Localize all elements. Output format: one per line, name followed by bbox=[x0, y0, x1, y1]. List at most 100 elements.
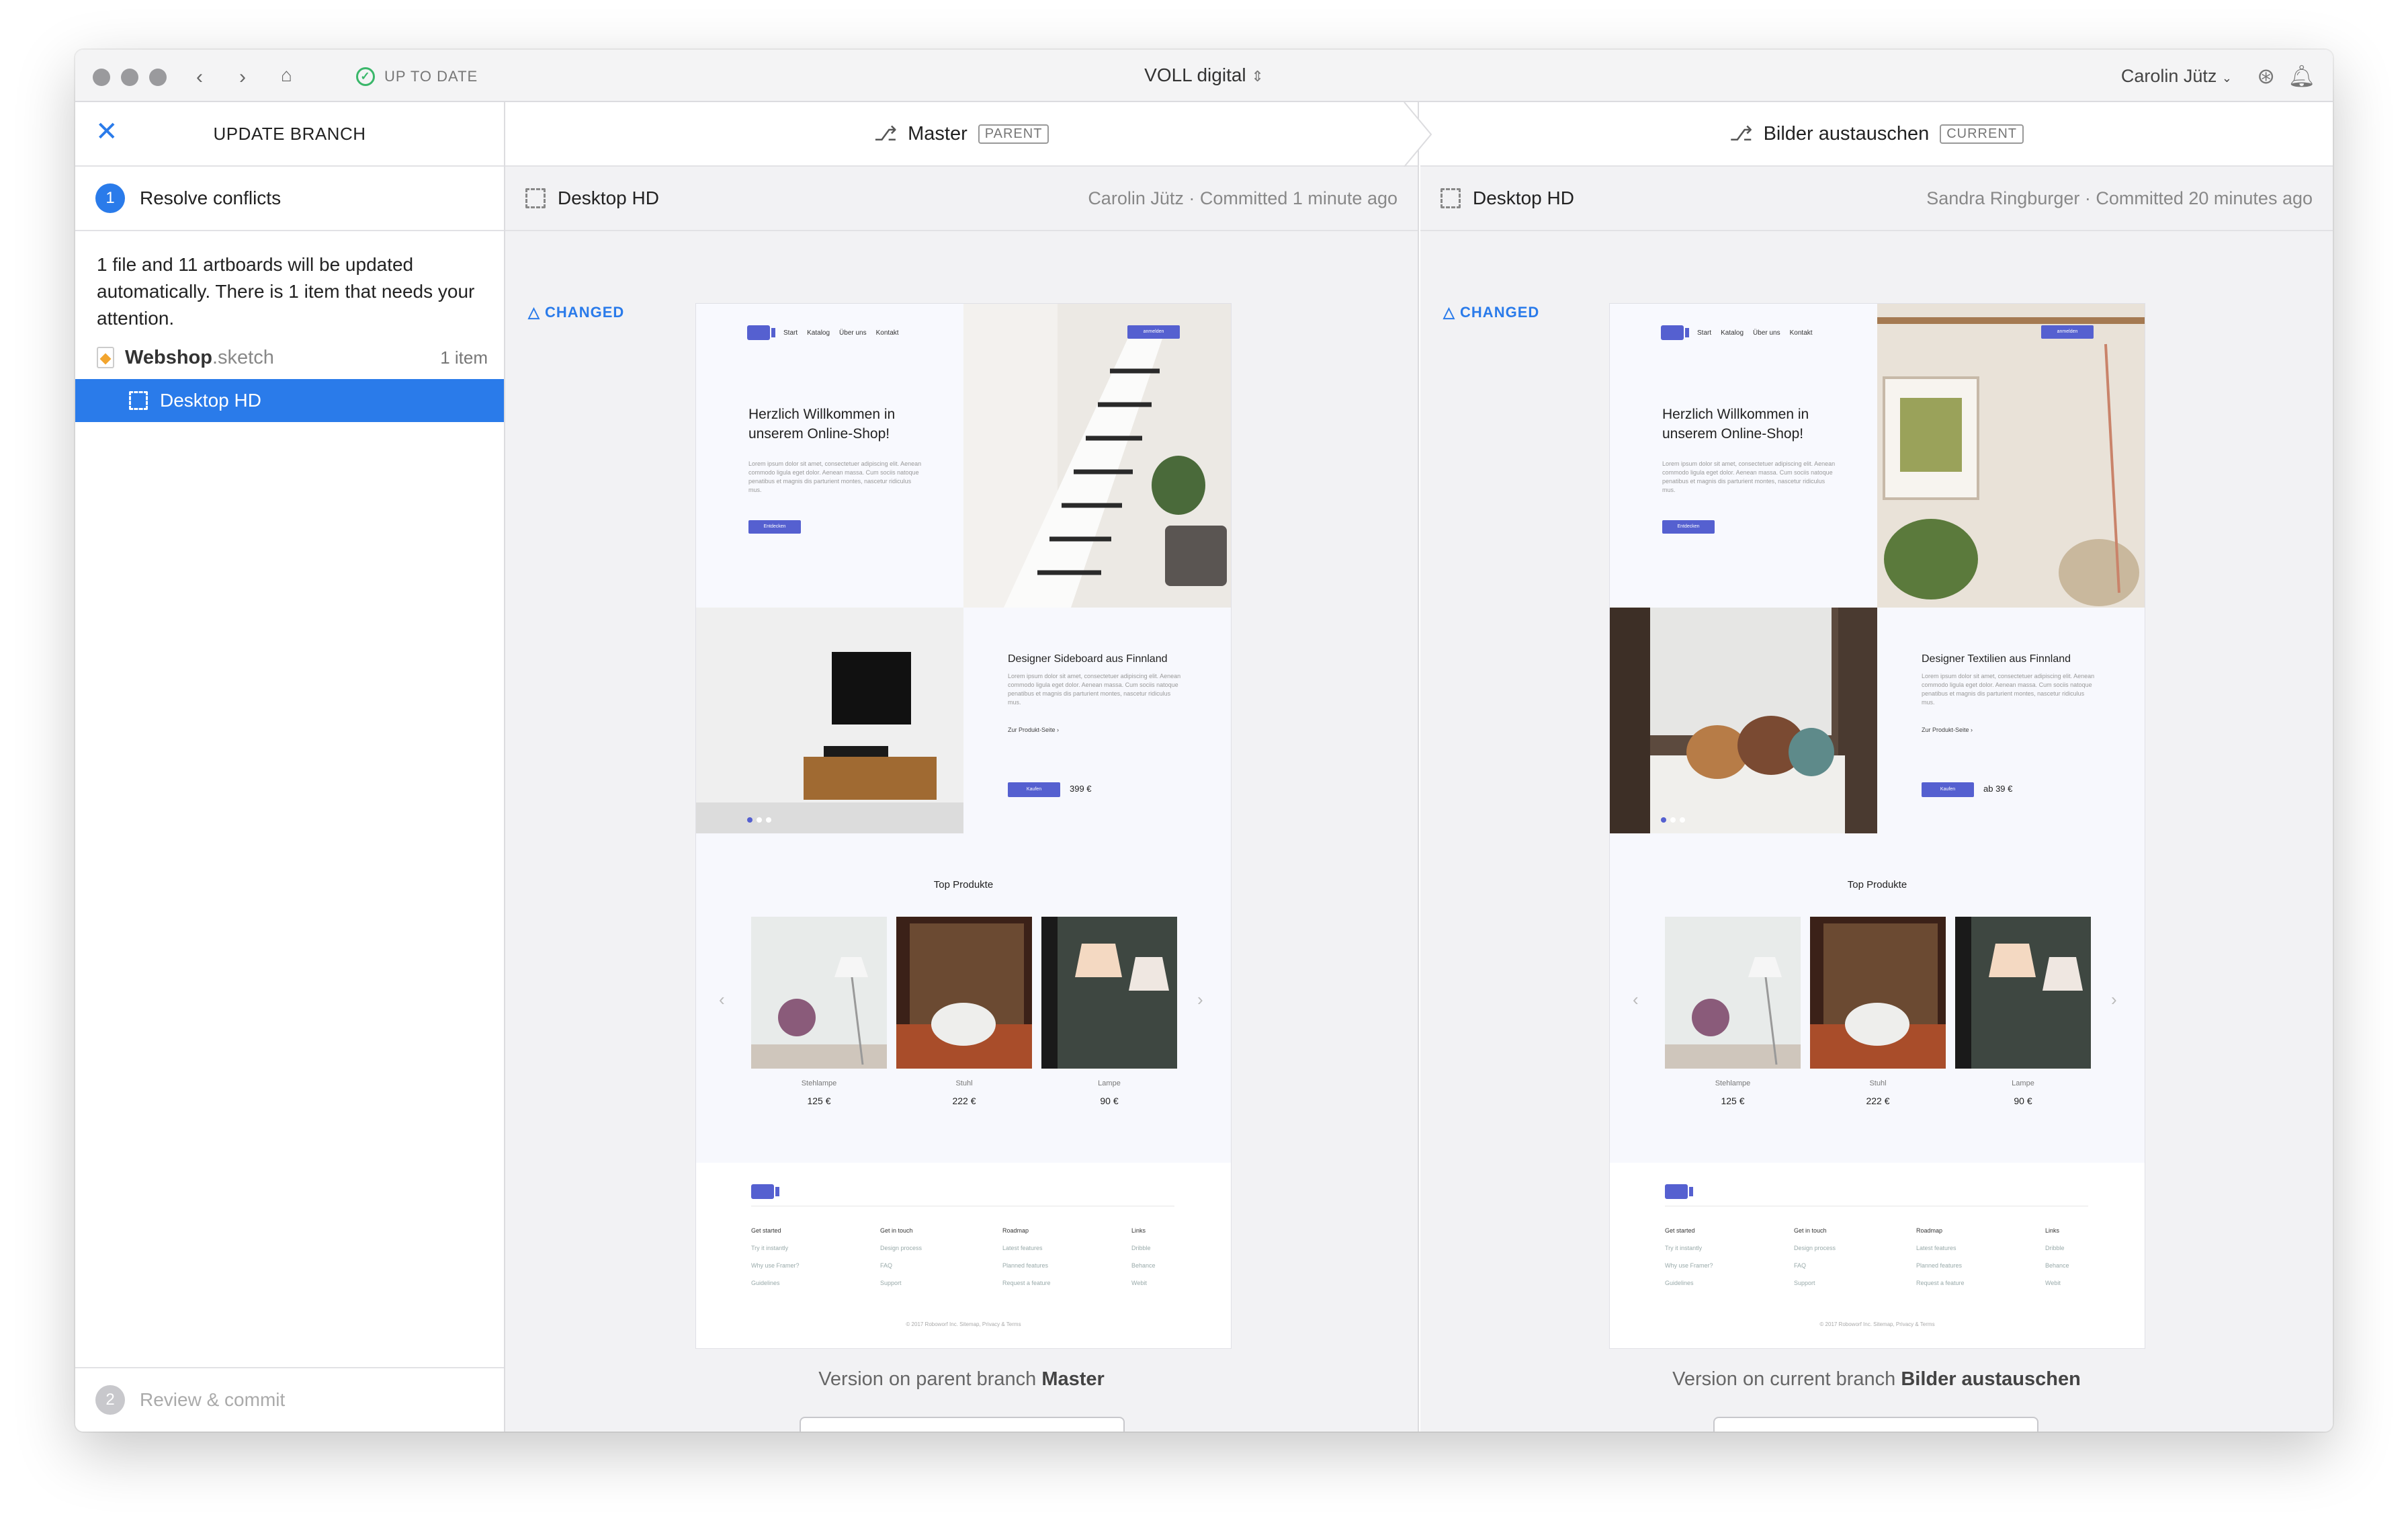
product-image bbox=[751, 917, 887, 1069]
product-price: 90 € bbox=[2014, 1095, 2032, 1106]
sidebar-title: UPDATE BRANCH bbox=[213, 124, 366, 144]
product-image bbox=[1955, 917, 2091, 1069]
current-version-pane: ⎇ Bilder austauschen CURRENT Desktop HD … bbox=[1420, 102, 2333, 1432]
commit-meta: Sandra Ringburger · Committed 20 minutes… bbox=[1926, 188, 2313, 208]
chevron-divider bbox=[1404, 102, 1432, 167]
preview-nav: Start Katalog Über uns Kontakt bbox=[1661, 325, 1813, 340]
artboard-preview: Start Katalog Über uns Kontakt Herzlich Wil… bbox=[1610, 304, 2145, 1348]
product-price: 90 € bbox=[1100, 1095, 1119, 1106]
file-item[interactable]: Webshop.sketch 1 item bbox=[75, 332, 504, 372]
branch-header: ⎇ Bilder austauschen CURRENT bbox=[1420, 102, 2333, 167]
carousel-prev-icon: ‹ bbox=[1633, 989, 1639, 1009]
buy-button: Kaufen bbox=[1008, 782, 1060, 797]
price: ab 39 € bbox=[1983, 784, 2013, 794]
product-name: Lampe bbox=[1098, 1079, 1121, 1087]
preview-login-button: anmelden bbox=[1127, 325, 1180, 339]
file-name: Webshop.sketch bbox=[125, 346, 274, 368]
artboard-icon bbox=[1440, 188, 1461, 208]
product-image bbox=[1041, 917, 1177, 1069]
branch-name: Master bbox=[908, 122, 968, 144]
hero-image: anmelden bbox=[1877, 304, 2145, 608]
help-icon[interactable]: ⊛ bbox=[2257, 63, 2275, 89]
product-image bbox=[696, 608, 963, 833]
logo-icon bbox=[747, 325, 775, 340]
product-name: Stuhl bbox=[955, 1079, 973, 1087]
branch-icon: ⎇ bbox=[873, 122, 898, 145]
step-review-commit[interactable]: 2 Review & commit bbox=[75, 1367, 504, 1432]
update-description: 1 file and 11 artboards will be updated … bbox=[97, 254, 475, 329]
version-label: Version on current branch Bilder austaus… bbox=[1672, 1368, 2081, 1390]
preview-login-button: anmelden bbox=[2041, 325, 2094, 339]
product-price: 125 € bbox=[1721, 1095, 1745, 1106]
product-name: Stehlampe bbox=[1715, 1079, 1751, 1087]
hero-image: anmelden bbox=[963, 304, 1231, 608]
notification-bell-icon[interactable]: 🔔︎ bbox=[2288, 63, 2315, 89]
branch-icon: ⎇ bbox=[1729, 122, 1753, 145]
artboard-title: Desktop HD bbox=[1473, 188, 1574, 208]
product-image bbox=[1665, 917, 1801, 1069]
step-resolve-conflicts[interactable]: 1 Resolve conflicts bbox=[75, 167, 504, 231]
artboard-preview: Start Katalog Über uns Kontakt Herzlich Wil… bbox=[696, 304, 1231, 1348]
top-products-title: Top Produkte bbox=[1847, 879, 1907, 891]
commit-meta: Carolin Jütz · Committed 1 minute ago bbox=[1088, 188, 1398, 208]
copyright: © 2017 Roboworf Inc. Sitemap, Privacy & … bbox=[906, 1321, 1021, 1327]
step-label: Review & commit bbox=[140, 1389, 286, 1410]
project-name: VOLL digital bbox=[1144, 65, 1246, 85]
section-title: Designer Textilien aus Finnland bbox=[1922, 653, 2071, 665]
product-image bbox=[1610, 608, 1877, 833]
logo-icon bbox=[1661, 325, 1689, 340]
top-products-title: Top Produkte bbox=[933, 879, 994, 891]
section-text: Lorem ipsum dolor sit amet, consectetuer… bbox=[1922, 673, 2095, 706]
user-name: Carolin Jütz bbox=[2120, 66, 2217, 86]
hero-button: Entdecken bbox=[748, 520, 801, 534]
preview-footer: Get started Try it instantly Why use Frame… bbox=[1610, 1163, 2145, 1348]
carousel-prev-icon: ‹ bbox=[719, 989, 725, 1009]
branch-name: Bilder austauschen bbox=[1763, 122, 1930, 144]
artboard-list-item-selected[interactable]: Desktop HD bbox=[75, 379, 504, 422]
changed-badge: △ CHANGED bbox=[528, 304, 625, 321]
artboard-title: Desktop HD bbox=[558, 188, 659, 208]
branch-header: ⎇ Master PARENT bbox=[505, 102, 1432, 167]
hero-title: Herzlich Willkommen in unserem Online-Sh… bbox=[748, 407, 896, 442]
product-name: Stehlampe bbox=[801, 1079, 837, 1087]
logo-icon bbox=[1665, 1184, 1693, 1199]
step-number: 2 bbox=[95, 1385, 125, 1415]
user-menu[interactable]: Carolin Jütz ⌄ bbox=[2121, 66, 2232, 87]
file-item-count: 1 item bbox=[440, 347, 488, 368]
carousel-next-icon: › bbox=[2111, 989, 2117, 1009]
price: 399 € bbox=[1070, 784, 1092, 794]
version-label: Version on parent branch Master bbox=[818, 1368, 1105, 1390]
product-image bbox=[896, 917, 1032, 1069]
changed-badge: △ CHANGED bbox=[1443, 304, 1540, 321]
pick-artboard-button[interactable]: PICK ARTBOARD bbox=[800, 1417, 1125, 1432]
hero-button: Entdecken bbox=[1662, 520, 1715, 534]
hero-text: Lorem ipsum dolor sit amet, consectetuer… bbox=[748, 460, 922, 493]
artboard-icon bbox=[129, 391, 148, 410]
step-label: Resolve conflicts bbox=[140, 188, 282, 208]
step-number: 1 bbox=[95, 183, 125, 213]
app-window: ‹ › ⌂ ✓ UP TO DATE VOLL digital ⇕ Caroli… bbox=[75, 50, 2333, 1432]
project-switcher[interactable]: VOLL digital ⇕ bbox=[75, 65, 2333, 86]
titlebar: ‹ › ⌂ ✓ UP TO DATE VOLL digital ⇕ Caroli… bbox=[75, 50, 2333, 102]
pick-artboard-button[interactable]: PICK ARTBOARD bbox=[1713, 1417, 2038, 1432]
parent-version-pane: ⎇ Master PARENT Desktop HD Carolin Jütz … bbox=[505, 102, 1432, 1432]
artboard-icon bbox=[525, 188, 546, 208]
section-text: Lorem ipsum dolor sit amet, consectetuer… bbox=[1008, 673, 1181, 706]
carousel-next-icon: › bbox=[1197, 989, 1203, 1009]
preview-footer: Get started Try it instantly Why use Frame… bbox=[696, 1163, 1231, 1348]
artboard-name: Desktop HD bbox=[160, 390, 261, 411]
logo-icon bbox=[751, 1184, 779, 1199]
updown-chevron-icon: ⇕ bbox=[1251, 68, 1264, 85]
hero-text: Lorem ipsum dolor sit amet, consectetuer… bbox=[1662, 460, 1836, 493]
product-name: Stuhl bbox=[1869, 1079, 1887, 1087]
hero-title: Herzlich Willkommen in unserem Online-Sh… bbox=[1662, 407, 1809, 442]
sketch-file-icon bbox=[97, 347, 114, 368]
product-price: 222 € bbox=[952, 1095, 976, 1106]
product-link: Zur Produkt-Seite › bbox=[1008, 727, 1060, 733]
branch-tag: CURRENT bbox=[1940, 124, 2024, 144]
product-name: Lampe bbox=[2012, 1079, 2034, 1087]
copyright: © 2017 Roboworf Inc. Sitemap, Privacy & … bbox=[1819, 1321, 1935, 1327]
chevron-down-icon: ⌄ bbox=[2221, 71, 2232, 85]
product-link: Zur Produkt-Seite › bbox=[1922, 727, 1973, 733]
product-price: 125 € bbox=[807, 1095, 831, 1106]
